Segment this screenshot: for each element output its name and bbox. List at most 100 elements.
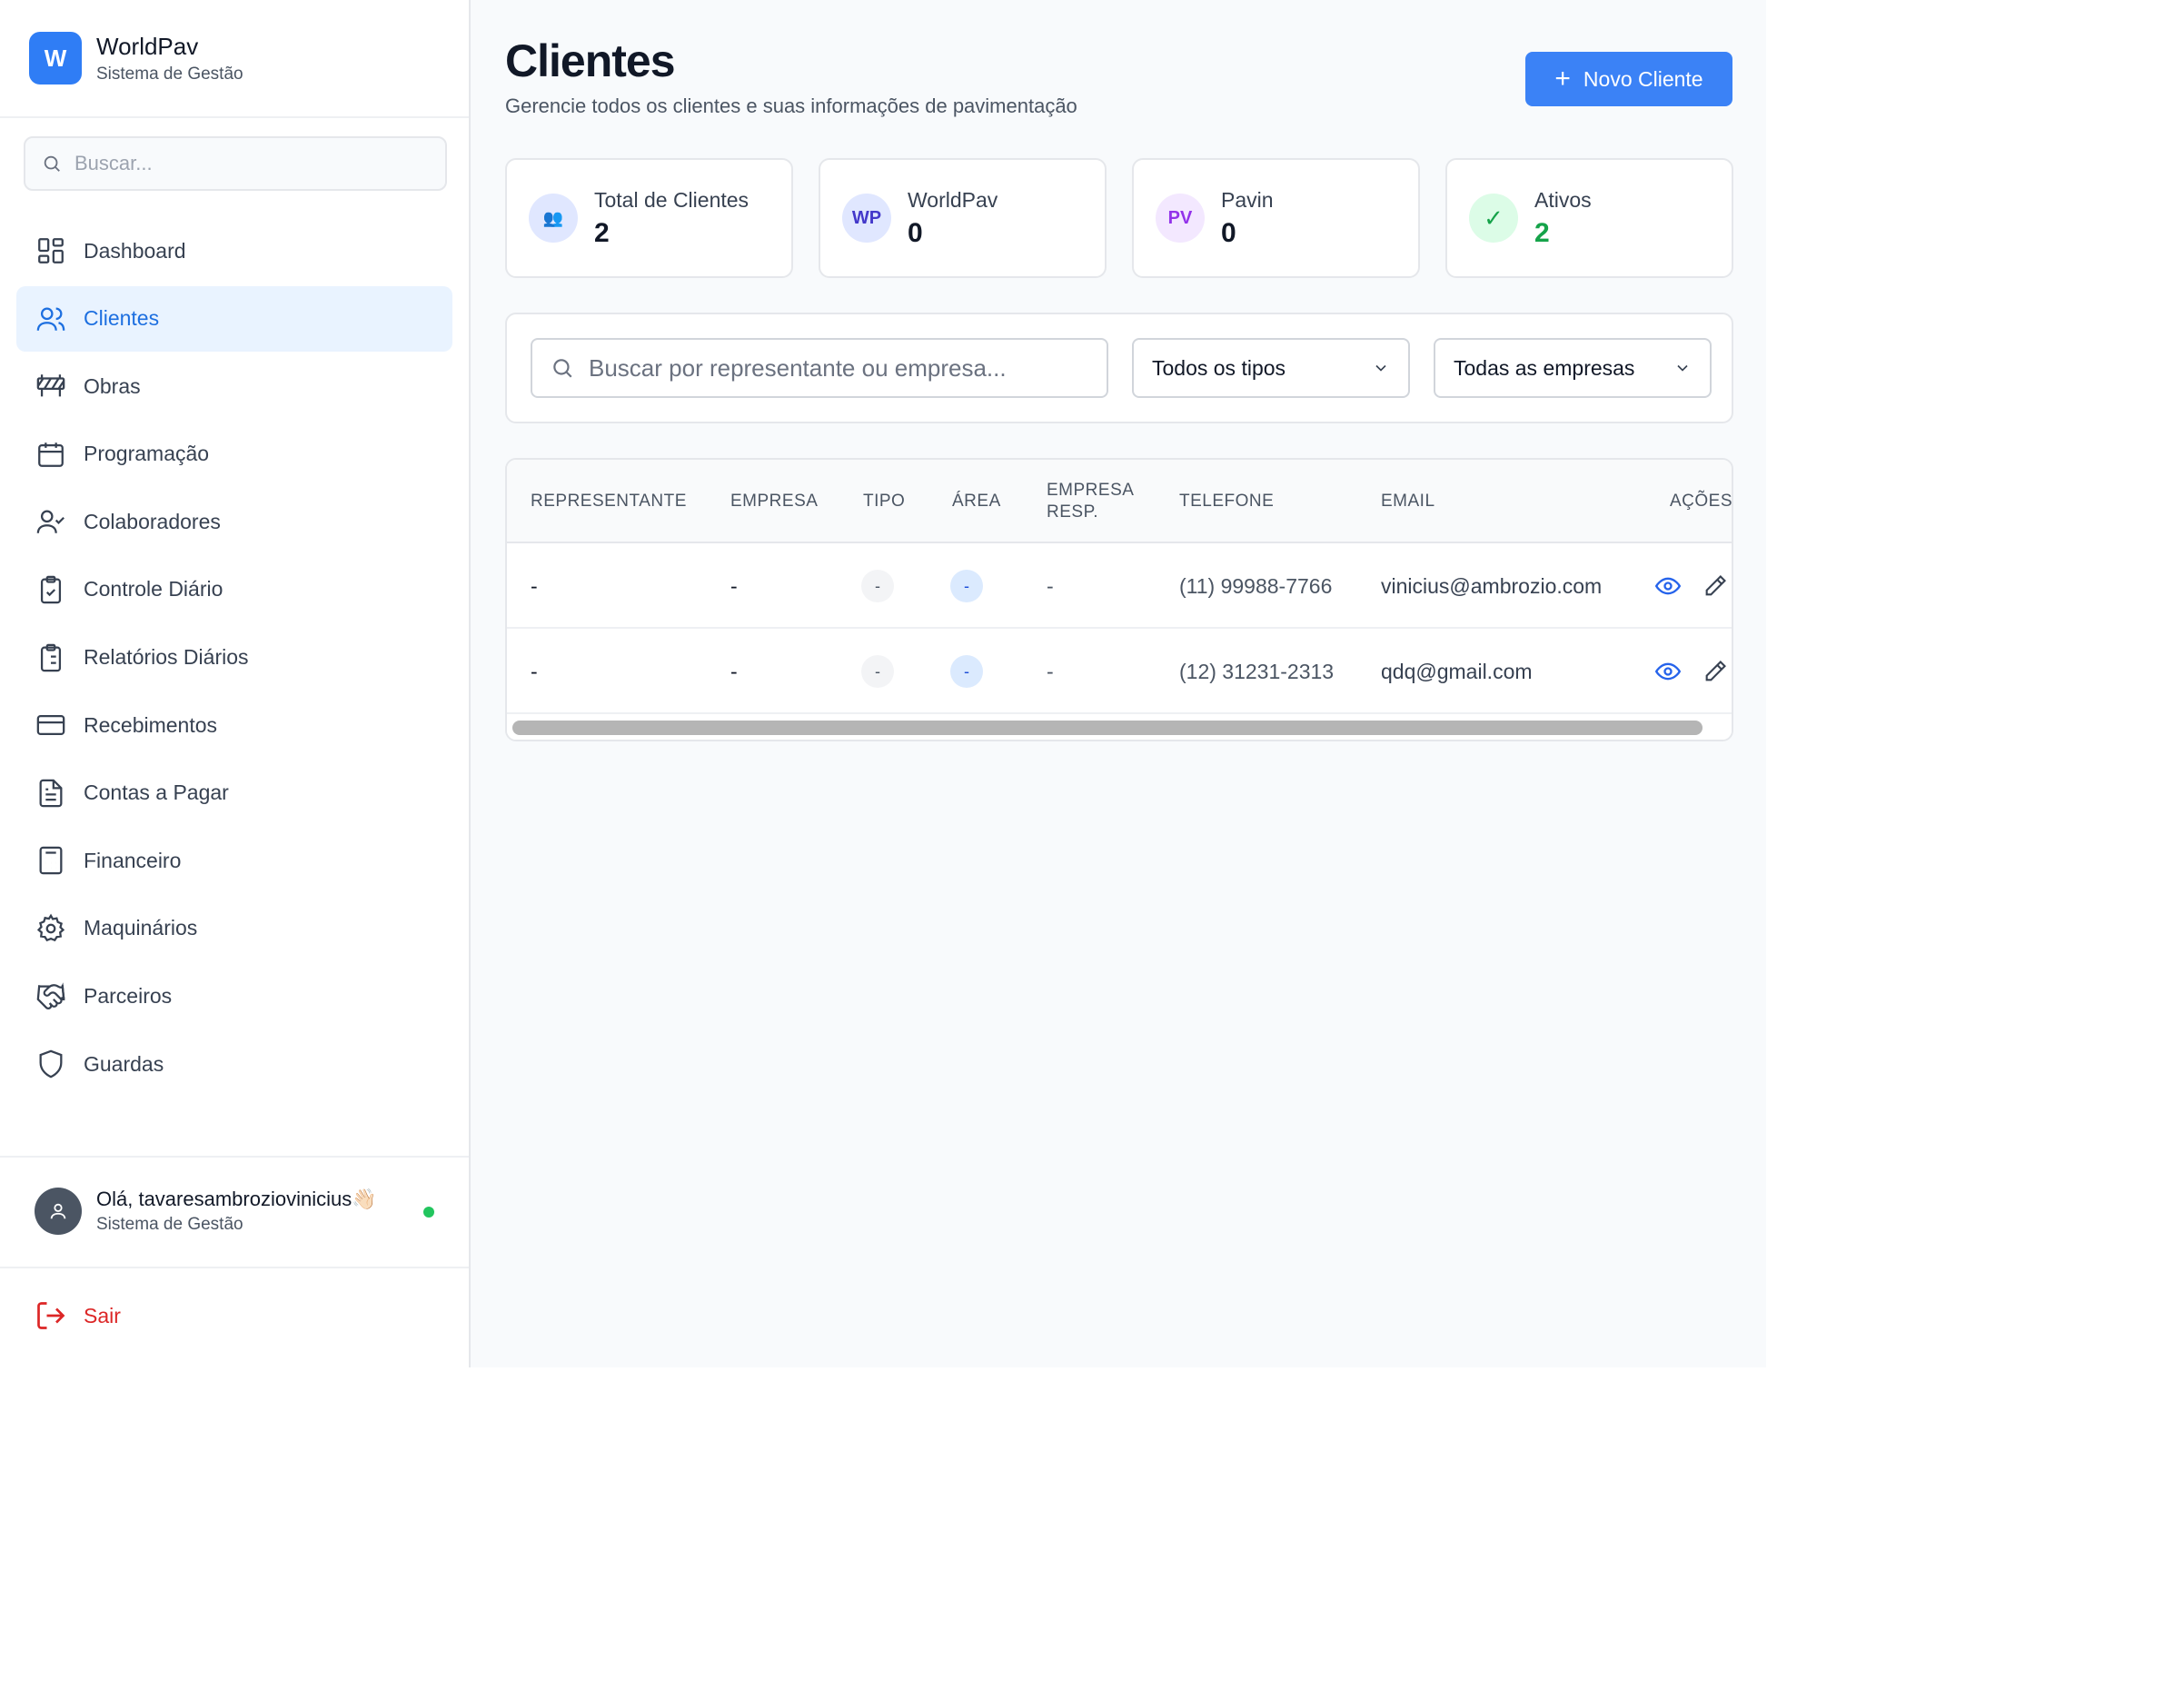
chevron-down-icon — [1677, 364, 1688, 372]
sidebar-item-label: Contas a Pagar — [84, 780, 229, 805]
handshake-icon — [35, 980, 67, 1013]
sidebar-search[interactable] — [24, 136, 447, 191]
scrollbar-thumb[interactable] — [512, 721, 1703, 735]
sidebar-item-label: Relatórios Diários — [84, 645, 249, 670]
cell-empresa-resp: - — [1047, 659, 1054, 683]
type-select-value: Todos os tipos — [1152, 355, 1286, 380]
cell-email: vinicius@ambrozio.com — [1381, 573, 1603, 598]
sidebar-item-parceiros[interactable]: Parceiros — [16, 964, 452, 1029]
calendar-icon — [35, 438, 67, 471]
stat-label: WorldPav — [908, 187, 998, 212]
logout-button[interactable]: Sair — [35, 1299, 121, 1332]
shield-icon — [35, 1048, 67, 1080]
logout-label: Sair — [84, 1303, 121, 1327]
user-panel: Olá, tavaresambroziovinicius👋🏻 Sistema d… — [0, 1156, 469, 1268]
calculator-icon — [35, 844, 67, 877]
sidebar-item-dashboard[interactable]: Dashboard — [16, 218, 452, 283]
table-row[interactable]: - - - - - (11) 99988-7766 vinicius@ambro… — [507, 543, 1732, 629]
new-client-label: Novo Cliente — [1583, 66, 1703, 91]
stats-row: 👥 Total de Clientes 2 WP WorldPav 0 PV P… — [505, 158, 1733, 278]
stat-label: Total de Clientes — [594, 187, 750, 212]
user-icon — [50, 1203, 66, 1219]
credit-card-icon — [35, 709, 67, 741]
sidebar-item-label: Guardas — [84, 1051, 164, 1076]
avatar — [35, 1188, 82, 1235]
sidebar-item-maquinarios[interactable]: Maquinários — [16, 896, 452, 961]
plus-icon: + — [1554, 64, 1571, 94]
search-icon — [553, 359, 572, 378]
company-select-value: Todas as empresas — [1454, 355, 1635, 380]
horizontal-scrollbar[interactable] — [507, 714, 1732, 740]
sidebar: W WorldPav Sistema de Gestão Dashboard C… — [0, 0, 471, 1367]
sidebar-item-obras[interactable]: Obras — [16, 353, 452, 419]
cell-email: qdq@gmail.com — [1381, 659, 1533, 683]
stat-label: Pavin — [1221, 187, 1274, 212]
sidebar-search-input[interactable] — [74, 152, 420, 175]
sidebar-item-label: Maquinários — [84, 916, 198, 940]
pencil-icon — [1705, 661, 1726, 681]
sidebar-nav: Dashboard Clientes Obras Programação Col… — [16, 218, 452, 1099]
column-header: REPRESENTANTE — [531, 492, 687, 511]
sidebar-item-guardas[interactable]: Guardas — [16, 1031, 452, 1097]
search-icon — [44, 155, 60, 172]
sidebar-item-label: Financeiro — [84, 848, 182, 872]
stat-label: Ativos — [1534, 187, 1592, 212]
column-header: EMAIL — [1381, 492, 1435, 511]
view-button[interactable] — [1654, 659, 1682, 689]
sidebar-item-label: Parceiros — [84, 984, 173, 1009]
sidebar-item-financeiro[interactable]: Financeiro — [16, 828, 452, 893]
cell-area: - — [950, 629, 983, 714]
sidebar-item-contas-a-pagar[interactable]: Contas a Pagar — [16, 760, 452, 826]
stat-card-worldpav: WP WorldPav 0 — [819, 158, 1107, 278]
cell-area: - — [950, 543, 983, 629]
stat-value: 0 — [1221, 217, 1236, 248]
pavin-badge-icon: PV — [1156, 194, 1205, 243]
brand-subtitle: Sistema de Gestão — [96, 64, 243, 84]
clients-table: REPRESENTANTE EMPRESA TIPO ÁREA EMPRESA … — [505, 458, 1733, 741]
user-card[interactable]: Olá, tavaresambroziovinicius👋🏻 Sistema d… — [16, 1172, 452, 1250]
area-badge: - — [950, 570, 983, 602]
sidebar-item-controle-diario[interactable]: Controle Diário — [16, 557, 452, 622]
logout-icon — [37, 1302, 65, 1329]
sidebar-item-programacao[interactable]: Programação — [16, 422, 452, 487]
clipboard-check-icon — [35, 573, 67, 606]
tipo-badge: - — [861, 655, 894, 688]
table-row[interactable]: - - - - - (12) 31231-2313 qdq@gmail.com — [507, 629, 1732, 714]
edit-button[interactable] — [1703, 573, 1728, 603]
user-greeting: Olá, tavaresambroziovinicius👋🏻 — [96, 1188, 377, 1210]
sidebar-item-label: Dashboard — [84, 238, 186, 263]
cell-tipo: - — [861, 543, 894, 629]
brand-logo: W — [29, 32, 82, 84]
check-icon: ✓ — [1469, 194, 1518, 243]
sidebar-item-label: Clientes — [84, 306, 160, 331]
cell-representante: - — [531, 659, 538, 683]
edit-button[interactable] — [1703, 659, 1728, 689]
sidebar-item-colaboradores[interactable]: Colaboradores — [16, 489, 452, 554]
view-button[interactable] — [1654, 573, 1682, 603]
main-content: Clientes Gerencie todos os clientes e su… — [471, 0, 1766, 1367]
user-check-icon — [35, 505, 67, 538]
column-header: EMPRESA — [730, 492, 819, 511]
cell-telefone: (11) 99988-7766 — [1179, 573, 1333, 598]
file-text-icon — [35, 777, 67, 810]
page-title: Clientes — [505, 35, 676, 86]
sidebar-item-recebimentos[interactable]: Recebimentos — [16, 692, 452, 758]
sidebar-item-relatorios-diarios[interactable]: Relatórios Diários — [16, 625, 452, 691]
type-select[interactable]: Todos os tipos — [1132, 338, 1410, 398]
client-search[interactable] — [531, 338, 1108, 398]
clipboard-list-icon — [35, 641, 67, 674]
new-client-button[interactable]: + Novo Cliente — [1525, 52, 1732, 106]
sidebar-item-clientes[interactable]: Clientes — [16, 285, 452, 352]
stat-value: 2 — [1534, 217, 1550, 248]
table-header: REPRESENTANTE EMPRESA TIPO ÁREA EMPRESA … — [507, 460, 1732, 543]
cell-empresa-resp: - — [1047, 573, 1054, 598]
column-header: TELEFONE — [1179, 492, 1275, 511]
sidebar-item-label: Programação — [84, 442, 210, 466]
cell-empresa: - — [730, 659, 738, 683]
users-icon — [35, 303, 67, 335]
client-search-input[interactable] — [589, 353, 1097, 383]
sidebar-item-label: Recebimentos — [84, 712, 218, 737]
stat-card-pavin: PV Pavin 0 — [1132, 158, 1420, 278]
filters-card: Todos os tipos Todas as empresas — [505, 313, 1733, 423]
company-select[interactable]: Todas as empresas — [1434, 338, 1712, 398]
